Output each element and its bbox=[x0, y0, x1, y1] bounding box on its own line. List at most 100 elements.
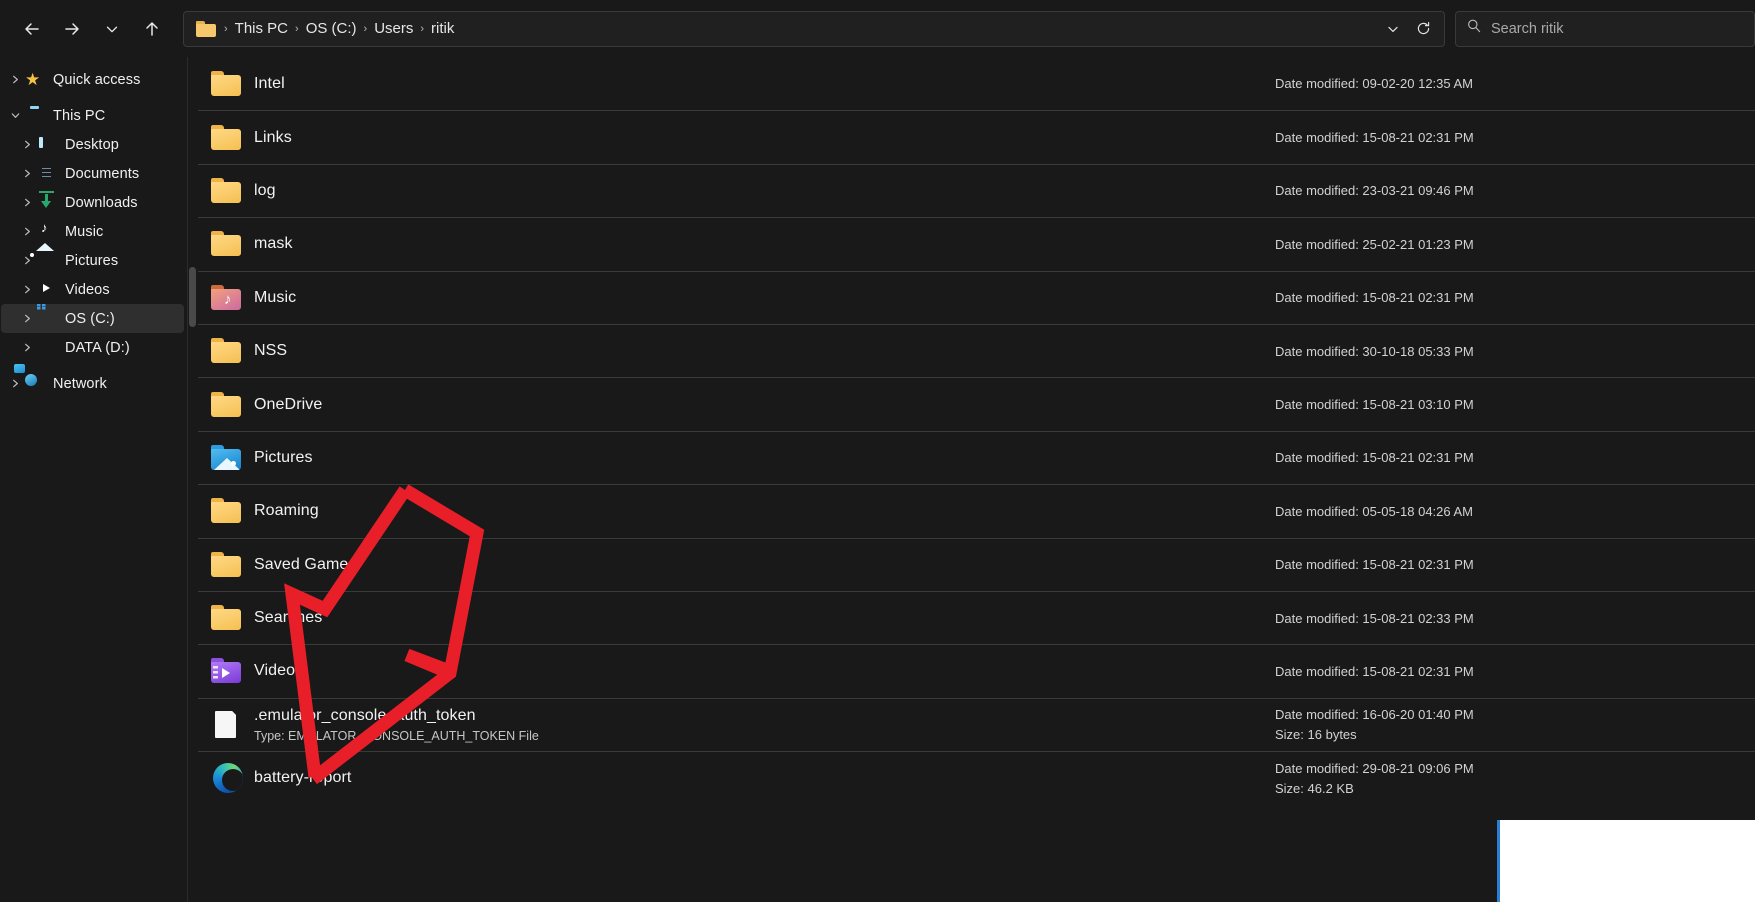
sidebar-item-label: Desktop bbox=[65, 136, 119, 153]
date-modified: Date modified: 29-08-21 09:06 PM bbox=[1275, 760, 1474, 776]
pictures-icon bbox=[37, 251, 57, 271]
recent-locations-button[interactable] bbox=[92, 11, 132, 47]
sidebar-item-desktop[interactable]: Desktop bbox=[1, 130, 184, 159]
chevron-right-icon[interactable] bbox=[17, 164, 37, 184]
chevron-right-icon[interactable] bbox=[17, 280, 37, 300]
address-bar[interactable]: › This PC › OS (C:) › Users › ritik bbox=[183, 10, 1445, 47]
table-row[interactable]: Roaming Date modified: 05-05-18 04:26 AM bbox=[198, 484, 1755, 537]
search-icon bbox=[1466, 18, 1482, 39]
sidebar-item-label: Music bbox=[65, 223, 104, 240]
up-button[interactable] bbox=[132, 11, 172, 47]
table-row[interactable]: .emulator_console_auth_token Type: EMULA… bbox=[198, 697, 1755, 751]
table-row[interactable]: ♪ Music Date modified: 15-08-21 02:31 PM bbox=[198, 270, 1755, 324]
breadcrumb-item-users[interactable]: Users bbox=[369, 17, 418, 40]
folder-icon bbox=[210, 388, 244, 422]
table-row[interactable]: OneDrive Date modified: 15-08-21 03:10 P… bbox=[198, 377, 1755, 430]
folder-icon bbox=[210, 601, 244, 635]
file-type: Type: EMULATOR_CONSOLE_AUTH_TOKEN File bbox=[254, 728, 539, 743]
explorer-toolbar: › This PC › OS (C:) › Users › ritik Sear… bbox=[0, 0, 1755, 57]
table-row[interactable]: Intel Date modified: 09-02-20 12:35 AM bbox=[198, 57, 1755, 110]
table-row[interactable]: Searches Date modified: 15-08-21 02:33 P… bbox=[198, 590, 1755, 644]
chevron-right-icon[interactable] bbox=[17, 309, 37, 329]
folder-icon bbox=[210, 67, 244, 101]
sidebar-item-data-d[interactable]: DATA (D:) bbox=[1, 333, 184, 362]
date-modified: Date modified: 15-08-21 02:31 PM bbox=[1275, 450, 1474, 466]
vertical-scrollbar[interactable] bbox=[188, 57, 198, 902]
date-modified: Date modified: 15-08-21 02:31 PM bbox=[1275, 663, 1474, 679]
sidebar-item-this-pc[interactable]: This PC bbox=[1, 101, 184, 130]
sidebar-item-pictures[interactable]: Pictures bbox=[1, 246, 184, 275]
search-placeholder: Search ritik bbox=[1491, 20, 1564, 37]
table-row[interactable]: mask Date modified: 25-02-21 01:23 PM bbox=[198, 217, 1755, 270]
sidebar-item-network[interactable]: Network bbox=[1, 369, 184, 398]
chevron-down-icon[interactable] bbox=[5, 106, 25, 126]
chevron-right-icon[interactable] bbox=[5, 374, 25, 394]
documents-icon bbox=[37, 164, 57, 184]
sidebar-item-videos[interactable]: Videos bbox=[1, 275, 184, 304]
date-modified: Date modified: 15-08-21 02:31 PM bbox=[1275, 130, 1474, 146]
file-name: log bbox=[254, 181, 276, 199]
chevron-right-icon[interactable] bbox=[17, 193, 37, 213]
folder-icon bbox=[210, 227, 244, 261]
file-name: Saved Games bbox=[254, 555, 357, 573]
sidebar-item-label: Network bbox=[53, 375, 107, 392]
chevron-right-icon[interactable] bbox=[17, 338, 37, 358]
folder-icon bbox=[196, 20, 216, 37]
breadcrumb-separator: › bbox=[295, 22, 299, 35]
sidebar-item-label: This PC bbox=[53, 107, 106, 124]
back-button[interactable] bbox=[12, 11, 52, 47]
os-drive-icon bbox=[37, 309, 57, 329]
sidebar-item-quick-access[interactable]: ★ Quick access bbox=[1, 65, 184, 94]
refresh-icon[interactable] bbox=[1408, 14, 1438, 44]
file-name: Pictures bbox=[254, 448, 313, 466]
navigation-pane: ★ Quick access This PC Desktop Documents… bbox=[0, 57, 188, 902]
file-name: .emulator_console_auth_token bbox=[254, 706, 476, 724]
breadcrumb-separator: › bbox=[363, 22, 368, 35]
sidebar-item-music[interactable]: Music bbox=[1, 217, 184, 246]
pc-icon bbox=[25, 106, 45, 126]
date-modified: Date modified: 16-06-20 01:40 PM bbox=[1275, 707, 1474, 723]
chevron-right-icon[interactable] bbox=[17, 251, 37, 271]
chevron-down-icon[interactable] bbox=[1378, 14, 1408, 44]
file-name: battery-report bbox=[254, 769, 352, 787]
white-overlay-panel bbox=[1497, 820, 1755, 902]
file-list-pane: Intel Date modified: 09-02-20 12:35 AM L… bbox=[188, 57, 1755, 902]
breadcrumb: › This PC › OS (C:) › Users › ritik bbox=[196, 17, 1378, 40]
file-name: Searches bbox=[254, 609, 323, 627]
forward-button[interactable] bbox=[52, 11, 92, 47]
breadcrumb-item-this-pc[interactable]: This PC bbox=[230, 17, 293, 40]
breadcrumb-item-os-c[interactable]: OS (C:) bbox=[301, 17, 362, 40]
sidebar-item-documents[interactable]: Documents bbox=[1, 159, 184, 188]
table-row[interactable]: Saved Games Date modified: 15-08-21 02:3… bbox=[198, 537, 1755, 591]
table-row[interactable]: Links Date modified: 15-08-21 02:31 PM bbox=[198, 110, 1755, 163]
sidebar-item-downloads[interactable]: Downloads bbox=[1, 188, 184, 217]
edge-html-icon bbox=[210, 761, 244, 795]
breadcrumb-separator: › bbox=[224, 22, 228, 35]
star-icon: ★ bbox=[25, 69, 41, 89]
folder-icon bbox=[210, 334, 244, 368]
date-modified: Date modified: 09-02-20 12:35 AM bbox=[1275, 76, 1474, 92]
table-row[interactable]: Videos Date modified: 15-08-21 02:31 PM bbox=[198, 644, 1755, 697]
table-row[interactable]: NSS Date modified: 30-10-18 05:33 PM bbox=[198, 323, 1755, 377]
explorer-body: ★ Quick access This PC Desktop Documents… bbox=[0, 57, 1755, 902]
sidebar-item-label: DATA (D:) bbox=[65, 339, 130, 356]
chevron-right-icon[interactable] bbox=[17, 222, 37, 242]
breadcrumb-item-ritik[interactable]: ritik bbox=[426, 17, 459, 40]
file-name: Music bbox=[254, 288, 297, 306]
file-name: OneDrive bbox=[254, 395, 323, 413]
sidebar-item-os-c[interactable]: OS (C:) bbox=[1, 304, 184, 333]
table-row[interactable]: battery-report Date modified: 29-08-21 0… bbox=[198, 751, 1755, 804]
file-list: Intel Date modified: 09-02-20 12:35 AM L… bbox=[198, 57, 1755, 804]
scrollbar-thumb[interactable] bbox=[189, 267, 196, 327]
date-modified: Date modified: 25-02-21 01:23 PM bbox=[1275, 236, 1474, 252]
chevron-right-icon[interactable] bbox=[5, 70, 25, 90]
sidebar-item-label: OS (C:) bbox=[65, 310, 115, 327]
chevron-right-icon[interactable] bbox=[17, 135, 37, 155]
sidebar-item-label: Downloads bbox=[65, 194, 138, 211]
table-row[interactable]: log Date modified: 23-03-21 09:46 PM bbox=[198, 163, 1755, 217]
date-modified: Date modified: 05-05-18 04:26 AM bbox=[1275, 503, 1474, 519]
folder-icon bbox=[210, 494, 244, 528]
table-row[interactable]: Pictures Date modified: 15-08-21 02:31 P… bbox=[198, 430, 1755, 484]
folder-icon bbox=[210, 121, 244, 155]
search-box[interactable]: Search ritik bbox=[1455, 10, 1755, 47]
